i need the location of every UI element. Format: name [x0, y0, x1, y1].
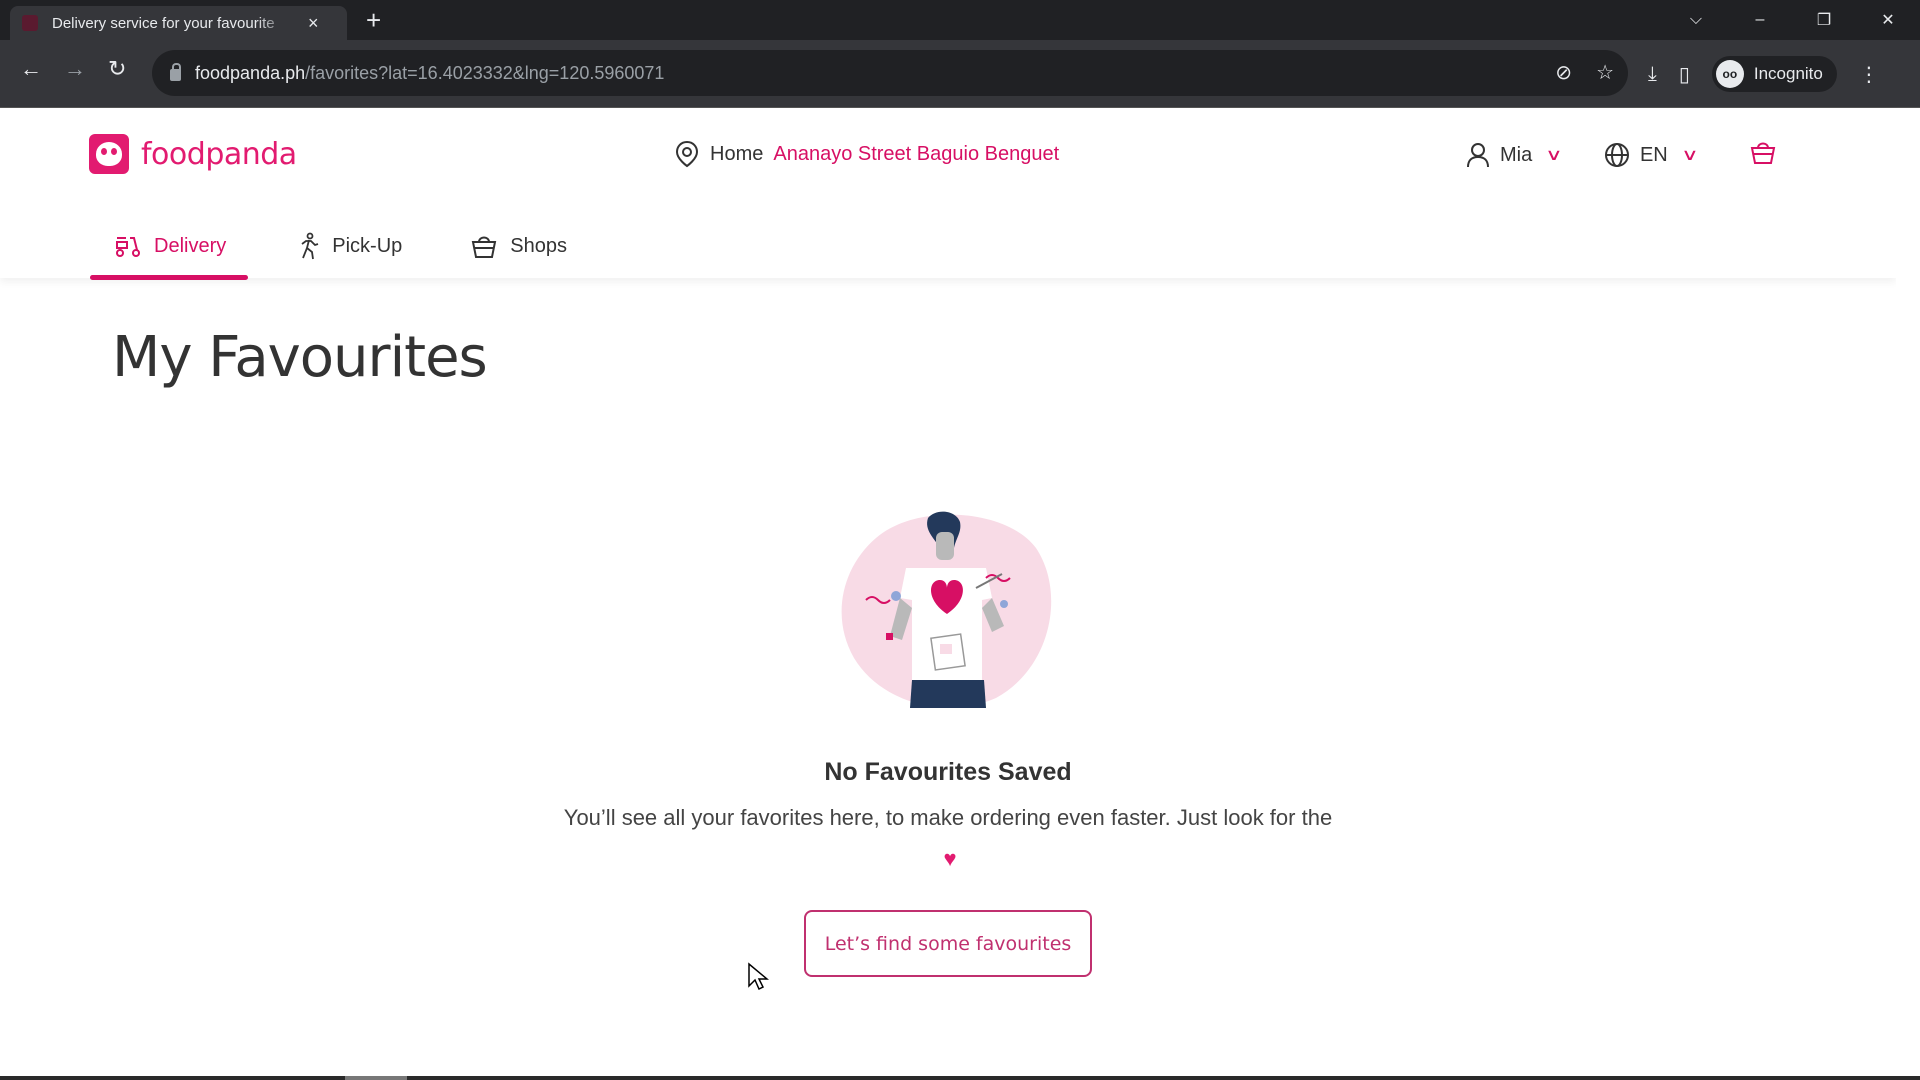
cart-button[interactable] [1749, 138, 1777, 172]
favicon-icon [22, 15, 38, 31]
tab-pick-up-label: Pick-Up [332, 234, 403, 257]
address-bar[interactable]: foodpanda.ph/favorites?lat=16.4023332&ln… [152, 50, 1628, 96]
site-header: foodpanda Home Ananayo Street Baguio Ben… [0, 108, 1896, 280]
forward-button[interactable]: → [64, 56, 86, 82]
shopping-bag-icon [1751, 142, 1776, 164]
window-controls: ⌵ – ❐ ✕ [1664, 0, 1920, 40]
tab-title: Delivery service for your favourite [52, 14, 275, 32]
user-name: Mia [1500, 143, 1533, 166]
panda-logo-icon [89, 134, 129, 174]
scooter-icon [116, 237, 140, 257]
page-scrollbar[interactable] [1896, 108, 1920, 1076]
tracking-protection-icon[interactable]: ⊘ [1555, 60, 1572, 85]
incognito-label: Incognito [1753, 64, 1823, 83]
side-panel-icon[interactable]: ▯ [1679, 62, 1690, 87]
empty-favourites-illustration [841, 511, 1052, 708]
tab-close-icon[interactable]: × [308, 13, 319, 34]
chevron-down-icon: ∨ [1680, 147, 1699, 164]
url-host: foodpanda.ph [195, 62, 306, 83]
user-icon [1467, 143, 1489, 168]
scrollbar-thumb[interactable] [345, 1076, 407, 1080]
address-label: Home [710, 142, 764, 165]
tab-delivery[interactable]: Delivery [90, 214, 249, 280]
user-menu[interactable]: Mia ∨ [1466, 142, 1563, 168]
download-icon[interactable]: ⤓ [1648, 63, 1657, 86]
location-pin-icon [675, 140, 699, 168]
page-title: My Favourites [112, 325, 488, 390]
brand-name: foodpanda [141, 136, 297, 172]
empty-state-description: You’ll see all your favorites here, to m… [563, 805, 1333, 830]
heart-icon: ♥ [943, 846, 957, 871]
chevron-down-icon: ∨ [1545, 147, 1563, 164]
tab-search-icon[interactable]: ⌵ [1664, 11, 1728, 29]
lock-icon [170, 63, 181, 81]
incognito-icon: oo [1715, 60, 1744, 88]
tab-delivery-label: Delivery [154, 234, 227, 257]
tab-shops-label: Shops [510, 234, 567, 257]
delivery-address[interactable]: Home Ananayo Street Baguio Benguet [674, 140, 1059, 168]
browser-toolbar: ← → ↻ foodpanda.ph/favorites?lat=16.4023… [0, 40, 1920, 108]
shopping-basket-icon [472, 236, 497, 258]
browser-tab[interactable]: Delivery service for your favourite × [10, 6, 347, 40]
browser-tab-bar: Delivery service for your favourite × + … [0, 0, 1920, 40]
horizontal-scrollbar[interactable] [0, 1076, 1920, 1080]
walking-person-icon [301, 232, 319, 260]
url-path: /favorites?lat=16.4023332&lng=120.596007… [305, 62, 665, 83]
back-button[interactable]: ← [20, 56, 42, 82]
empty-state-title: No Favourites Saved [824, 758, 1072, 786]
mouse-cursor-icon [748, 962, 769, 991]
tab-shops[interactable]: Shops [446, 214, 591, 278]
bookmark-star-icon[interactable]: ☆ [1596, 60, 1614, 85]
globe-icon [1604, 143, 1629, 167]
address-value: Ananayo Street Baguio Benguet [773, 142, 1060, 165]
language-selector[interactable]: EN ∨ [1604, 142, 1699, 168]
minimize-button[interactable]: – [1728, 11, 1792, 29]
tab-pick-up[interactable]: Pick-Up [274, 214, 426, 278]
service-tabs: Delivery Pick-Up Shops [90, 214, 591, 280]
new-tab-button[interactable]: + [366, 7, 381, 33]
browser-menu-icon[interactable]: ⋮ [1859, 62, 1879, 87]
close-window-button[interactable]: ✕ [1856, 10, 1920, 30]
restore-button[interactable]: ❐ [1792, 10, 1856, 30]
language-code: EN [1639, 143, 1668, 166]
find-favourites-button[interactable]: Let’s find some favourites [804, 910, 1092, 977]
incognito-badge[interactable]: oo Incognito [1711, 56, 1837, 92]
reload-button[interactable]: ↻ [108, 56, 126, 82]
foodpanda-logo[interactable]: foodpanda [89, 134, 297, 174]
